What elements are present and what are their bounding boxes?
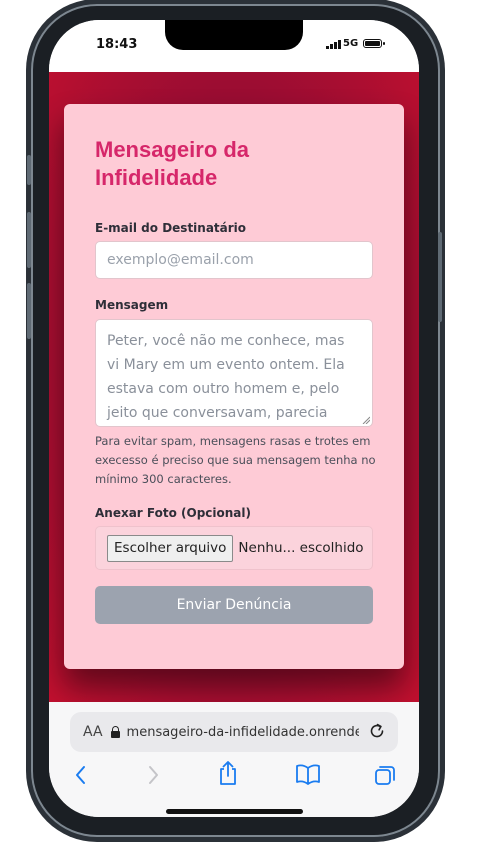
page-content: Mensageiro da Infidelidade E-mail do Des… <box>49 72 419 702</box>
network-type: 5G <box>343 38 359 49</box>
message-textarea[interactable]: Peter, você não me conhece, mas vi Mary … <box>95 319 373 427</box>
form-card: Mensageiro da Infidelidade E-mail do Des… <box>64 104 404 669</box>
status-bar: 18:43 5G <box>49 20 419 72</box>
url-text: mensageiro-da-infidelidade.onrender.com <box>126 724 359 740</box>
dynamic-notch <box>165 20 303 50</box>
browser-toolbar: AA mensageiro-da-infidelidade.onrender.c… <box>49 702 419 817</box>
choose-file-button[interactable]: Escolher arquivo <box>107 534 234 562</box>
browser-nav <box>49 761 419 794</box>
signal-icon <box>326 40 341 49</box>
home-indicator <box>166 809 303 814</box>
volume-down-button <box>27 283 31 339</box>
email-input[interactable] <box>95 241 373 279</box>
message-hint: Para evitar spam, mensagens rasas e trot… <box>95 434 376 486</box>
photo-label: Anexar Foto (Opcional) <box>95 506 251 520</box>
power-button <box>438 232 442 322</box>
bookmarks-icon[interactable] <box>295 763 321 785</box>
status-time: 18:43 <box>96 37 138 52</box>
forward-icon[interactable] <box>145 764 161 786</box>
resize-handle-icon[interactable] <box>362 416 370 424</box>
volume-up-button <box>27 212 31 268</box>
message-label: Mensagem <box>95 298 169 312</box>
reload-icon[interactable] <box>368 722 386 740</box>
file-status: Nenhu... escolhido <box>238 540 364 556</box>
page-title: Mensageiro da Infidelidade <box>95 137 250 190</box>
file-input[interactable]: Escolher arquivo Nenhu... escolhido <box>95 526 373 570</box>
share-icon[interactable] <box>217 760 239 786</box>
tabs-icon[interactable] <box>373 763 397 787</box>
lock-icon <box>110 725 120 738</box>
back-icon[interactable] <box>73 764 89 786</box>
battery-icon <box>363 39 385 48</box>
address-bar[interactable]: AA mensageiro-da-infidelidade.onrender.c… <box>70 712 398 752</box>
submit-button[interactable]: Enviar Denúncia <box>95 586 373 624</box>
text-size-button[interactable]: AA <box>83 724 103 740</box>
email-label: E-mail do Destinatário <box>95 221 247 235</box>
silent-switch <box>27 155 31 185</box>
phone-screen: 18:43 5G Mensageiro da Infidelidade E-ma… <box>49 20 419 817</box>
